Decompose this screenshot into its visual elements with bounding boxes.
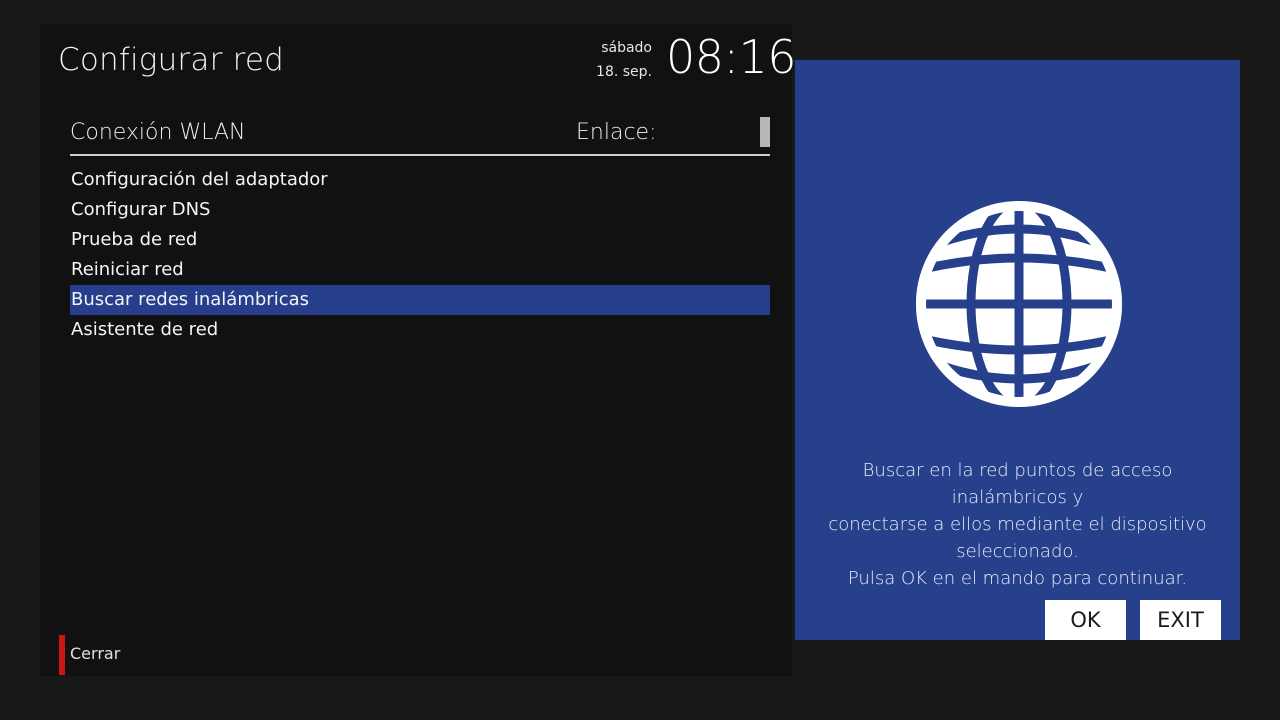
link-label: Enlace: (576, 120, 657, 145)
menu-item-network-wizard[interactable]: Asistente de red (70, 315, 770, 345)
info-line: seleccionado. (956, 541, 1079, 562)
day-label: sábado (601, 40, 652, 56)
connection-label: Conexión WLAN (70, 120, 246, 145)
page-title: Configurar red (58, 42, 284, 78)
ok-button[interactable]: OK (1045, 600, 1126, 640)
link-status-indicator (760, 117, 770, 147)
screen: Configurar red sábado 18. sep. 08:16 Con… (0, 0, 1280, 720)
header-divider (70, 154, 770, 156)
date-display: sábado 18. sep. (580, 36, 652, 84)
connection-header: Conexión WLAN Enlace: (70, 116, 770, 156)
globe-icon (916, 201, 1122, 407)
info-panel: Buscar en la red puntos de acceso inalám… (795, 60, 1240, 640)
clock: 08:16 (666, 30, 797, 84)
menu-item-adapter-settings[interactable]: Configuración del adaptador (70, 165, 770, 195)
menu-item-restart-network[interactable]: Reiniciar red (70, 255, 770, 285)
settings-menu: Configuración del adaptador Configurar D… (70, 165, 770, 345)
menu-item-configure-dns[interactable]: Configurar DNS (70, 195, 770, 225)
info-line: conectarse a ellos mediante el dispositi… (828, 514, 1207, 535)
date-label: 18. sep. (596, 64, 652, 80)
info-line: Pulsa OK en el mando para continuar. (847, 568, 1188, 589)
info-line: Buscar en la red puntos de acceso inalám… (862, 460, 1173, 508)
close-label: Cerrar (70, 644, 121, 663)
menu-item-scan-wireless[interactable]: Buscar redes inalámbricas (70, 285, 770, 315)
red-key-icon (59, 635, 65, 675)
menu-item-network-test[interactable]: Prueba de red (70, 225, 770, 255)
exit-button[interactable]: EXIT (1140, 600, 1221, 640)
info-description: Buscar en la red puntos de acceso inalám… (809, 457, 1226, 592)
